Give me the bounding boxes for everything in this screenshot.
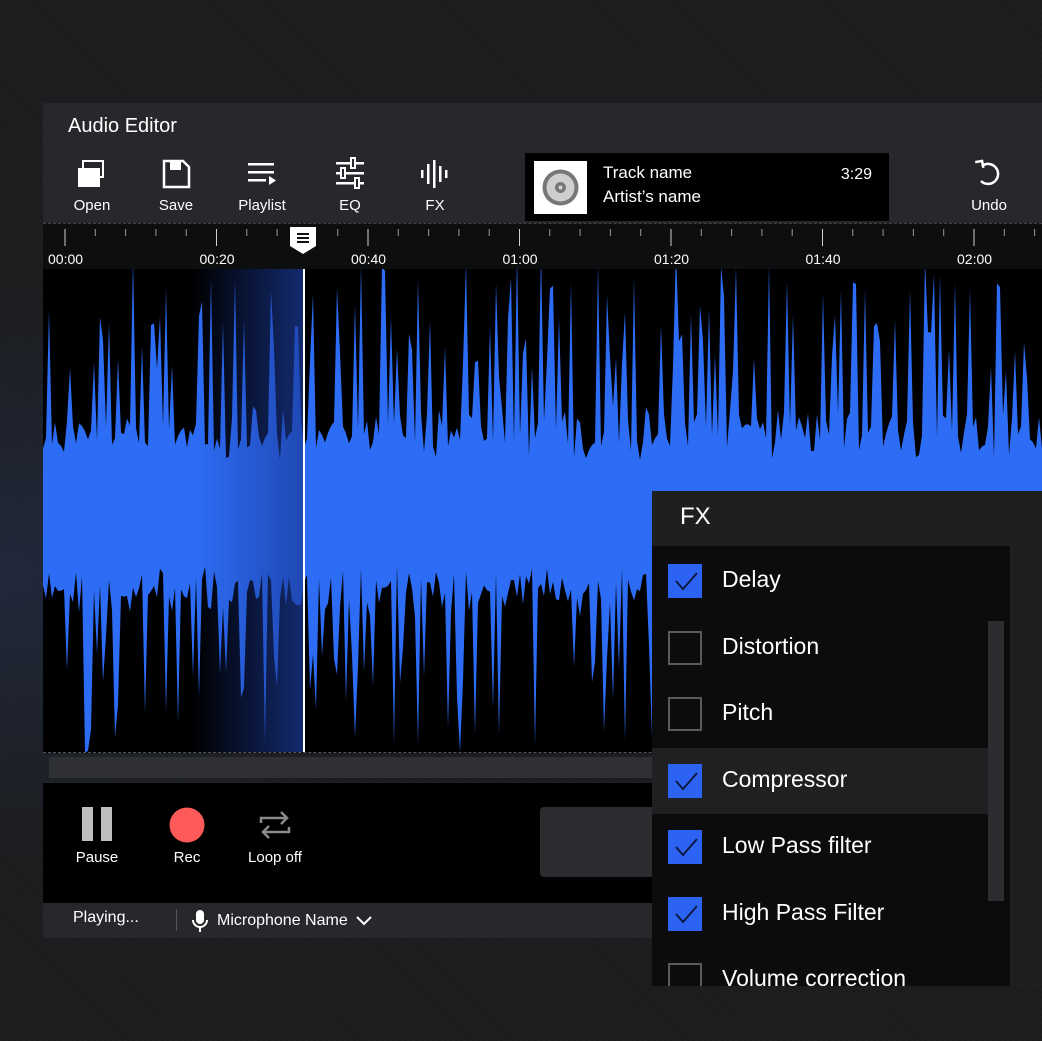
save-label: Save [158,197,194,214]
ruler-time-label: 01:20 [654,251,690,267]
fx-item[interactable]: Delay [652,548,988,614]
checkbox-checked[interactable] [668,564,702,598]
save-icon [162,159,191,189]
undo-icon [975,159,1000,186]
ruler-ticks [64,229,1036,246]
checkmark-icon [675,838,698,857]
checkbox-unchecked[interactable] [668,697,702,731]
fx-panel-title: FX [680,503,711,530]
eq-label: EQ [339,197,361,214]
fx-item-label: Delay [722,566,781,592]
playhead-handle-icon[interactable] [289,224,319,254]
undo-button[interactable]: Undo [958,157,1020,214]
ruler-time-label: 01:00 [502,251,538,267]
ruler-time-label: 01:40 [805,251,841,267]
fx-item-label: Compressor [722,765,848,792]
chevron-down-icon [356,916,372,926]
microphone-selector[interactable]: Microphone Name [191,908,372,934]
fx-item-label: Distortion [722,632,820,659]
microphone-name: Microphone Name [217,912,348,929]
app-title: Audio Editor [68,115,177,137]
vinyl-disc-icon [542,169,579,206]
toolbar: Open Save Playlist EQ FX Track name Arti… [43,147,1042,223]
playback-status: Playing... [73,909,139,926]
fx-item[interactable]: Compressor [652,747,988,814]
album-cover [534,161,587,214]
pause-label: Pause [75,849,119,866]
microphone-icon [192,910,208,932]
pause-button[interactable]: Pause [57,807,137,866]
checkbox-checked[interactable] [668,763,702,798]
fx-item[interactable]: High Pass Filter [652,881,988,947]
fx-list-scrollbar[interactable] [988,621,1004,901]
selection-region[interactable] [193,269,303,753]
pause-icon [82,807,112,841]
record-label: Rec [173,849,201,866]
checkbox-unchecked[interactable] [668,963,702,986]
timeline-ruler[interactable]: 00:00 00:20 00:40 01:00 01:20 01:40 02:00 [43,223,1042,269]
fx-list: Delay Distortion Pitch Compressor Low Pass f… [652,546,1010,986]
loop-icon [259,811,291,839]
fx-panel: FX Delay Distortion Pitch Compressor Low Pas… [652,491,1042,986]
checkmark-icon [675,572,698,591]
track-name: Track name [603,163,693,182]
fx-item-label: Pitch [722,699,774,725]
fx-item-label: High Pass Filter [722,898,885,925]
eq-button[interactable]: EQ [315,157,385,214]
now-playing-card[interactable]: Track name Artist’s name 3:29 [525,153,889,221]
status-divider [176,909,177,931]
fx-item[interactable]: Pitch [652,681,988,747]
playlist-icon [248,163,276,185]
folder-icon [78,160,104,187]
track-duration: 3:29 [840,166,872,183]
artist-name: Artist’s name [603,187,701,206]
fx-item[interactable]: Volume correction [652,947,988,986]
save-button[interactable]: Save [141,157,211,214]
title-bar: Audio Editor [43,103,1042,147]
ruler-time-label: 00:00 [48,251,84,267]
ruler-time-label: 02:00 [957,251,993,267]
checkbox-unchecked[interactable] [668,630,702,665]
checkmark-icon [675,904,698,924]
fx-item-label: Low Pass filter [722,832,872,858]
playhead-line[interactable] [303,269,305,752]
open-label: Open [73,197,111,214]
waveform-icon [421,160,448,188]
loop-button[interactable]: Loop off [235,807,315,866]
undo-label: Undo [971,197,1007,214]
checkbox-checked[interactable] [668,896,702,931]
fx-button[interactable]: FX [400,157,470,214]
fx-label: FX [425,197,445,214]
record-icon [169,807,205,843]
ruler-time-label: 00:20 [199,251,235,267]
equalizer-icon [336,157,364,189]
fx-item-label: Volume correction [722,965,907,986]
record-button[interactable]: Rec [147,807,227,866]
fx-item[interactable]: Low Pass filter [652,814,988,880]
loop-label: Loop off [248,849,302,866]
ruler-time-label: 00:40 [351,251,387,267]
checkbox-checked[interactable] [668,830,702,864]
fx-item[interactable]: Distortion [652,615,988,681]
open-button[interactable]: Open [57,157,127,214]
checkmark-icon [675,771,698,791]
playlist-label: Playlist [238,197,286,214]
playlist-button[interactable]: Playlist [227,157,297,214]
